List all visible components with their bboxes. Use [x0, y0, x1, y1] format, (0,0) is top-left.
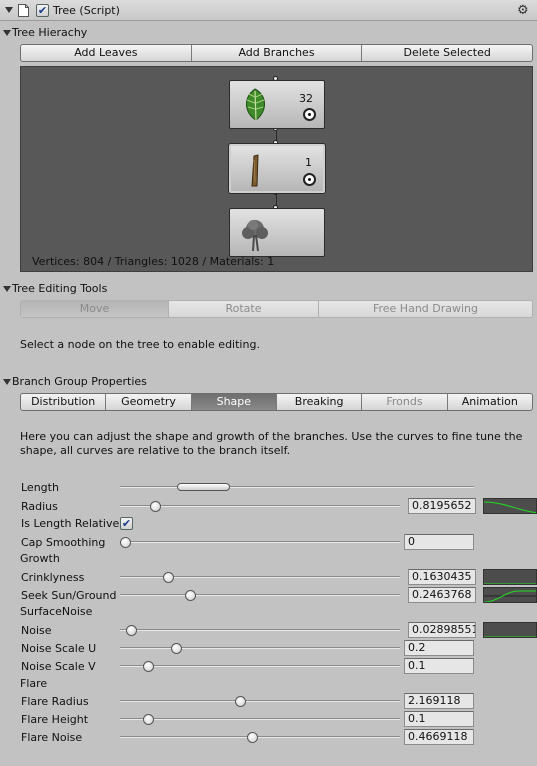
noise-slider-thumb[interactable] — [126, 625, 138, 636]
script-file-icon — [18, 4, 29, 17]
tab-geometry[interactable]: Geometry — [106, 394, 192, 410]
leaf-count: 32 — [299, 92, 313, 105]
tree-root-node[interactable] — [229, 208, 325, 257]
cap-smoothing-label: Cap Smoothing — [21, 536, 106, 549]
tab-animation[interactable]: Animation — [448, 394, 532, 410]
foldout-icon[interactable] — [3, 30, 11, 36]
noise-scale-v-field[interactable]: 0.1 — [404, 658, 474, 674]
cap-smoothing-track[interactable] — [120, 541, 400, 543]
noise-track[interactable] — [120, 629, 400, 631]
noise-scale-u-track[interactable] — [120, 647, 400, 649]
flare-noise-field[interactable]: 0.4669118 — [404, 729, 474, 745]
noise-scale-v-track[interactable] — [120, 665, 400, 667]
noise-field[interactable]: 0.02898551 — [408, 622, 476, 638]
seek-sun-track[interactable] — [120, 594, 400, 596]
foldout-icon[interactable] — [5, 7, 13, 13]
flare-heading: Flare — [20, 677, 48, 690]
radius-curve[interactable] — [483, 498, 537, 514]
flare-noise-label: Flare Noise — [21, 731, 83, 744]
noise-scale-u-label: Noise Scale U — [21, 642, 97, 655]
leaf-group-node[interactable]: 32 — [229, 80, 325, 129]
seek-sun-label: Seek Sun/Ground — [21, 589, 117, 602]
move-tool-button[interactable]: Move — [21, 301, 169, 317]
tab-distribution[interactable]: Distribution — [21, 394, 107, 410]
noise-curve[interactable] — [483, 622, 537, 638]
rotate-tool-button[interactable]: Rotate — [169, 301, 319, 317]
length-label: Length — [21, 481, 59, 494]
flare-height-field[interactable]: 0.1 — [404, 711, 474, 727]
hierarchy-title: Tree Hierachy — [12, 26, 88, 39]
tab-fronds[interactable]: Fronds — [362, 394, 448, 410]
crinklyness-label: Crinklyness — [21, 571, 85, 584]
flare-radius-slider-thumb[interactable] — [235, 696, 247, 707]
radius-label: Radius — [21, 500, 58, 513]
flare-radius-field[interactable]: 2.169118 — [404, 693, 474, 709]
is-length-relative-checkbox[interactable]: ✔ — [120, 517, 133, 530]
hierarchy-buttons: Add Leaves Add Branches Delete Selected — [20, 44, 533, 62]
seek-sun-curve[interactable] — [483, 587, 537, 603]
foldout-icon[interactable] — [3, 379, 11, 385]
leaf-icon — [240, 87, 270, 126]
seek-sun-field[interactable]: 0.2463768 — [408, 587, 476, 603]
noise-label: Noise — [21, 624, 52, 637]
crinklyness-field[interactable]: 0.1630435 — [408, 569, 476, 585]
crinklyness-curve[interactable] — [483, 569, 537, 585]
editing-hint: Select a node on the tree to enable edit… — [20, 338, 260, 351]
gear-icon[interactable]: ⚙ — [517, 3, 529, 18]
component-title: Tree (Script) — [53, 4, 120, 17]
noise-scale-v-label: Noise Scale V — [21, 660, 96, 673]
flare-radius-label: Flare Radius — [21, 695, 89, 708]
noise-scale-u-field[interactable]: 0.2 — [404, 640, 474, 656]
script-enabled-checkbox[interactable]: ✔ — [36, 4, 49, 17]
visibility-icon[interactable] — [303, 108, 316, 121]
shape-description: Here you can adjust the shape and growth… — [20, 430, 523, 457]
add-branches-button[interactable]: Add Branches — [192, 45, 363, 61]
flare-noise-slider-thumb[interactable] — [246, 732, 258, 743]
add-leaves-button[interactable]: Add Leaves — [21, 45, 192, 61]
flare-height-track[interactable] — [120, 718, 400, 720]
surface-noise-heading: SurfaceNoise — [20, 605, 93, 618]
cap-smoothing-field[interactable]: 0 — [404, 534, 474, 550]
growth-heading: Growth — [20, 552, 60, 565]
delete-selected-button[interactable]: Delete Selected — [362, 45, 532, 61]
branch-count: 1 — [305, 156, 312, 169]
is-length-relative-label: Is Length Relative — [21, 517, 120, 530]
flare-radius-track[interactable] — [120, 700, 400, 702]
tab-shape[interactable]: Shape — [191, 394, 277, 410]
free-hand-drawing-button[interactable]: Free Hand Drawing — [319, 301, 532, 317]
flare-height-slider-thumb[interactable] — [143, 714, 154, 725]
branch-icon — [248, 152, 260, 191]
visibility-icon[interactable] — [303, 173, 316, 186]
tree-icon — [239, 217, 271, 256]
flare-height-label: Flare Height — [21, 713, 89, 726]
length-range-handle[interactable] — [176, 483, 230, 491]
radius-track[interactable] — [120, 505, 400, 507]
foldout-icon[interactable] — [3, 286, 11, 292]
seek-sun-slider-thumb[interactable] — [185, 590, 196, 601]
tab-breaking[interactable]: Breaking — [277, 394, 363, 410]
mesh-stats: Vertices: 804 / Triangles: 1028 / Materi… — [32, 255, 275, 268]
flare-noise-track[interactable] — [120, 736, 400, 738]
tools-title: Tree Editing Tools — [12, 282, 108, 295]
editing-tools-tabs: Move Rotate Free Hand Drawing — [20, 300, 533, 318]
radius-field[interactable]: 0.8195652 — [408, 498, 476, 514]
cap-smoothing-slider-thumb[interactable] — [120, 537, 131, 548]
branch-properties-title: Branch Group Properties — [12, 375, 147, 388]
noise-scale-u-slider-thumb[interactable] — [171, 643, 182, 654]
length-track[interactable] — [120, 486, 474, 488]
branch-group-node[interactable]: 1 — [229, 144, 325, 193]
branch-tabs: Distribution Geometry Shape Breaking Fro… — [20, 393, 533, 411]
crinklyness-slider-thumb[interactable] — [162, 572, 174, 583]
noise-scale-v-slider-thumb[interactable] — [143, 661, 154, 672]
radius-slider-thumb[interactable] — [150, 501, 161, 512]
